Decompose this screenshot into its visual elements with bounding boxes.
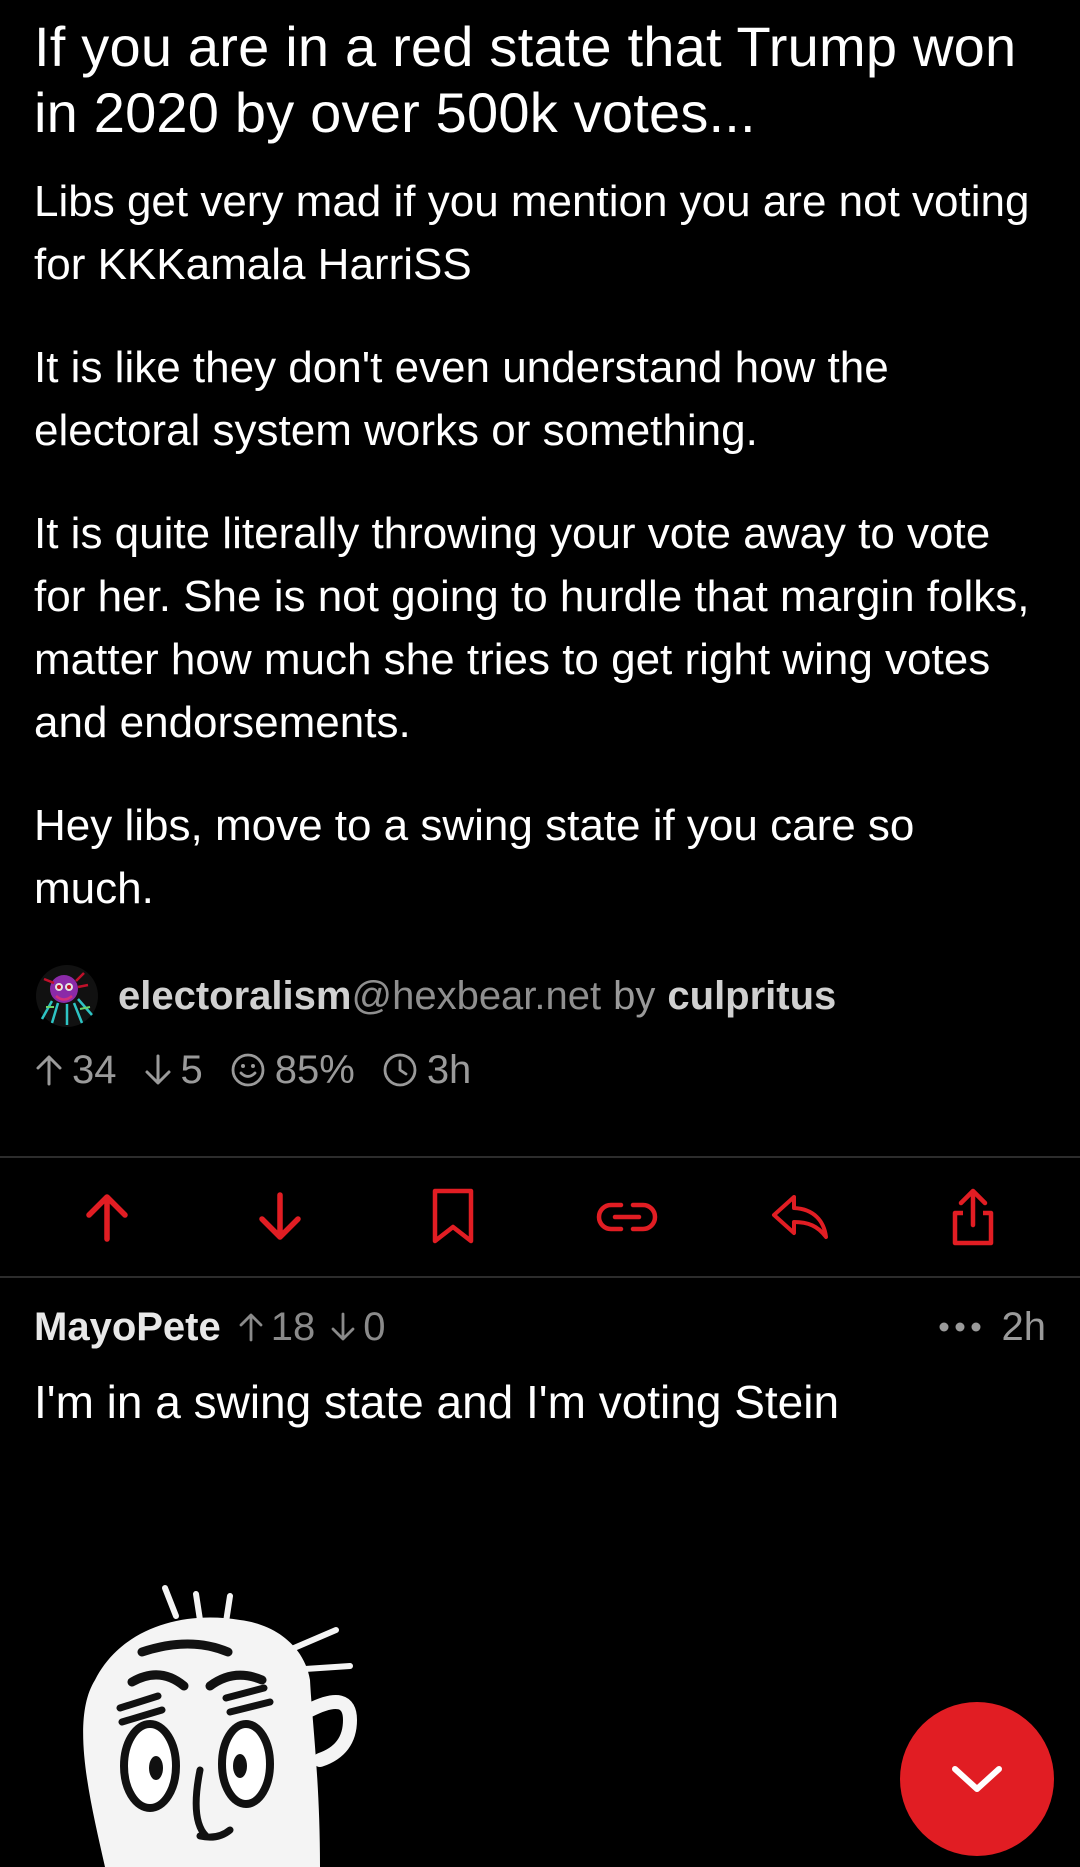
rage-face-image[interactable] bbox=[50, 1570, 380, 1867]
comment-upvote-value: 18 bbox=[270, 1304, 316, 1349]
upvote-button[interactable] bbox=[67, 1177, 147, 1257]
arrow-up-icon bbox=[36, 1055, 62, 1086]
upvote-count: 34 bbox=[34, 1048, 117, 1093]
post-meta: electoralism @hexbear.net by culpritus bbox=[34, 964, 1046, 1028]
reply-icon bbox=[771, 1195, 828, 1239]
copy-link-button[interactable] bbox=[587, 1177, 667, 1257]
chevron-down-icon bbox=[952, 1766, 1002, 1792]
post-paragraph: It is quite literally throwing your vote… bbox=[34, 509, 1030, 747]
comment: MayoPete 18 0 2h I'm in a swing state an… bbox=[0, 1278, 1080, 1434]
comment-age: 2h bbox=[1001, 1304, 1047, 1349]
bookmark-icon bbox=[433, 1188, 474, 1244]
age-stat: 3h bbox=[381, 1047, 472, 1093]
link-icon bbox=[596, 1202, 657, 1232]
more-options-icon[interactable] bbox=[938, 1321, 982, 1333]
share-icon bbox=[953, 1188, 994, 1246]
community-host[interactable]: @hexbear.net bbox=[351, 974, 601, 1019]
arrow-up-icon bbox=[239, 1313, 263, 1342]
arrow-up-icon bbox=[85, 1194, 128, 1242]
post-stats: 34 5 85% 3h bbox=[34, 1038, 1046, 1102]
community-avatar-icon[interactable] bbox=[34, 963, 100, 1029]
post: If you are in a red state that Trump won… bbox=[0, 0, 1080, 1102]
community-name[interactable]: electoralism bbox=[118, 974, 351, 1019]
arrow-down-icon bbox=[259, 1192, 301, 1240]
upvote-value: 34 bbox=[72, 1047, 117, 1092]
post-title[interactable]: If you are in a red state that Trump won… bbox=[34, 14, 1046, 146]
comment-upvotes: 18 bbox=[237, 1304, 316, 1350]
post-paragraph: Hey libs, move to a swing state if you c… bbox=[34, 801, 915, 913]
downvote-count: 5 bbox=[143, 1048, 203, 1093]
comment-author[interactable]: MayoPete bbox=[34, 1305, 221, 1350]
clock-icon bbox=[383, 1053, 417, 1087]
post-paragraph: Libs get very mad if you mention you are… bbox=[34, 177, 1030, 289]
by-label: by bbox=[613, 973, 656, 1018]
save-button[interactable] bbox=[413, 1177, 493, 1257]
ratio-stat: 85% bbox=[229, 1048, 355, 1093]
post-body: Libs get very mad if you mention you are… bbox=[34, 170, 1046, 920]
post-author[interactable]: culpritus bbox=[667, 974, 836, 1019]
arrow-down-icon bbox=[145, 1054, 170, 1085]
comment-text: I'm in a swing state and I'm voting Stei… bbox=[34, 1376, 840, 1428]
reply-button[interactable] bbox=[760, 1177, 840, 1257]
comment-right: 2h bbox=[938, 1304, 1047, 1350]
post-actions bbox=[0, 1158, 1080, 1276]
scroll-down-button[interactable] bbox=[900, 1702, 1054, 1856]
share-button[interactable] bbox=[933, 1177, 1013, 1257]
downvote-button[interactable] bbox=[240, 1177, 320, 1257]
downvote-value: 5 bbox=[180, 1047, 203, 1092]
post-paragraph: It is like they don't even understand ho… bbox=[34, 343, 889, 455]
ratio-value: 85% bbox=[274, 1047, 355, 1092]
arrow-down-icon bbox=[331, 1312, 355, 1341]
comment-header: MayoPete 18 0 2h bbox=[34, 1292, 1046, 1362]
age-value: 3h bbox=[426, 1047, 472, 1092]
comment-downvote-value: 0 bbox=[363, 1304, 386, 1349]
comment-downvotes: 0 bbox=[329, 1304, 386, 1350]
smiley-icon bbox=[231, 1053, 265, 1087]
